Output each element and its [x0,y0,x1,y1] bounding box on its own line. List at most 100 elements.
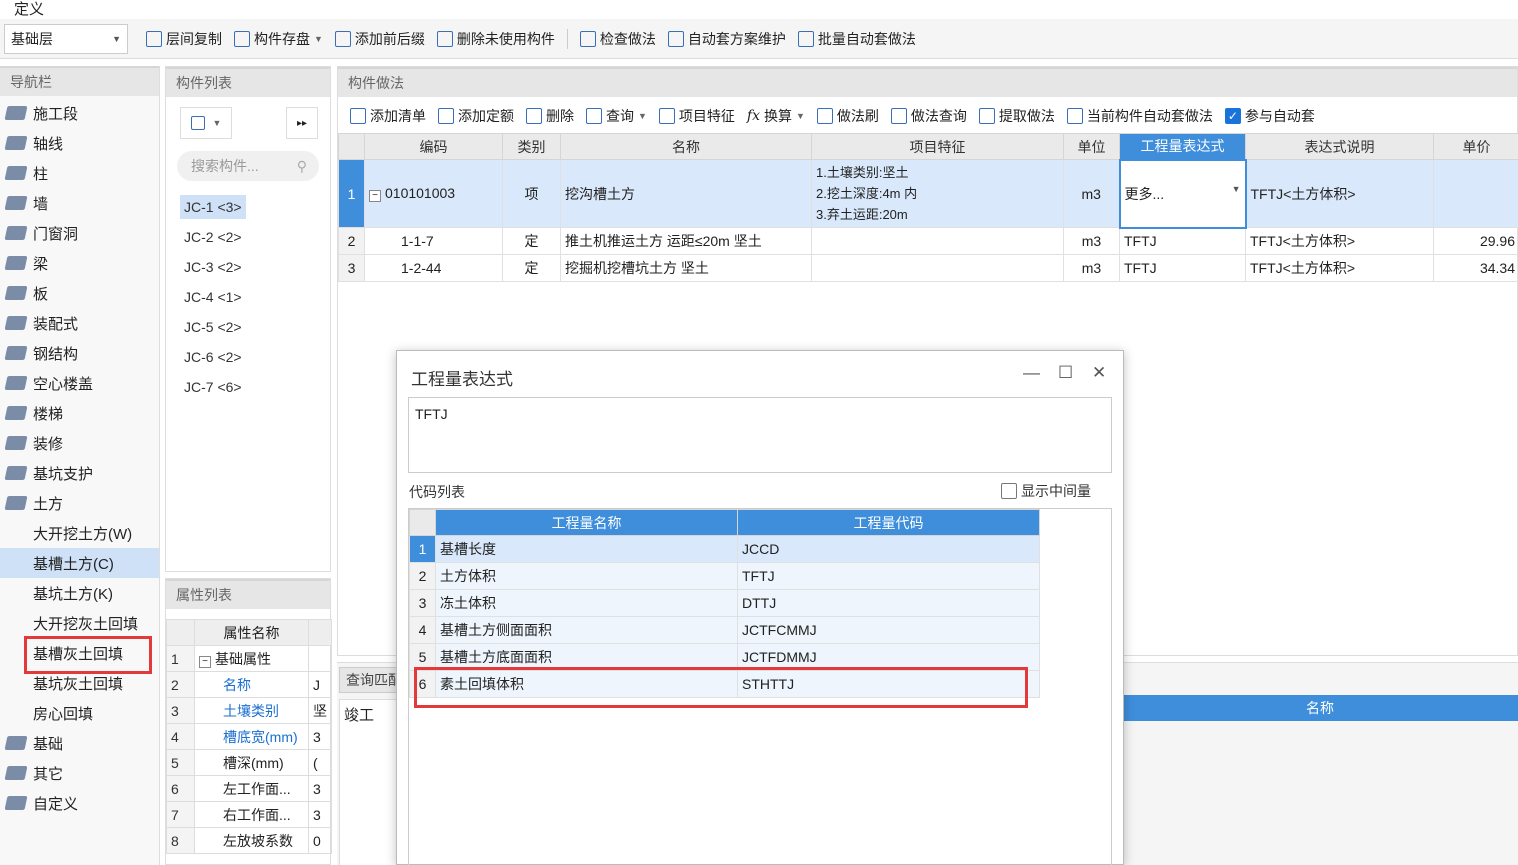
table-row[interactable]: 1− 基础属性 [166,645,332,672]
component-item-5[interactable]: JC-6 <2> [180,345,246,369]
delete-button[interactable]: 删除 [520,101,580,131]
nav-item-8[interactable]: 钢结构 [0,338,159,368]
col-price[interactable]: 单价 [1433,133,1518,160]
col-expression-desc[interactable]: 表达式说明 [1245,133,1434,160]
add-bill-button[interactable]: 添加清单 [344,101,432,131]
nav-sub-0[interactable]: 大开挖土方(W) [0,518,159,548]
table-row[interactable]: 7 右工作面... 3 [166,801,332,828]
new-component-button[interactable]: ▼ [180,107,232,139]
table-row[interactable]: 3 冻土体积 DTTJ [409,589,1040,617]
component-item-1[interactable]: JC-2 <2> [180,225,246,249]
table-row[interactable]: 3 土壤类别坚 [166,697,332,724]
nav-item-12[interactable]: 基坑支护 [0,458,159,488]
nav-item-6[interactable]: 板 [0,278,159,308]
table-row[interactable]: 1 基槽长度 JCCD [409,535,1040,563]
save-component-button[interactable]: 构件存盘 ▼ [228,24,329,54]
col-unit[interactable]: 单位 [1063,133,1120,160]
minimize-icon[interactable]: — [1023,363,1040,383]
auto-scheme-button[interactable]: 自动套方案维护 [662,24,792,54]
component-item-3[interactable]: JC-4 <1> [180,285,246,309]
collapse-icon[interactable]: − [199,655,211,668]
expression-input[interactable]: TFTJ [408,397,1112,473]
add-prefix-suffix-button[interactable]: 添加前后缀 [329,24,431,54]
attr-value[interactable]: 3 [308,775,332,802]
attr-value[interactable]: J [308,671,332,698]
nav-item-0[interactable]: 施工段 [0,98,159,128]
delete-unused-button[interactable]: 删除未使用构件 [431,24,561,54]
table-row[interactable]: 2 1-1-7 定 推土机推运土方 运距≤20m 坚土 m3 TFTJ TFTJ… [338,227,1518,255]
attr-value[interactable]: 坚 [308,697,332,724]
table-row[interactable]: 2 土方体积 TFTJ [409,562,1040,590]
col-type[interactable]: 类别 [502,133,561,160]
extract-icon [978,108,995,124]
col-expression[interactable]: 工程量表达式 [1119,133,1246,160]
col-code[interactable]: 编码 [364,133,503,160]
pit-support-icon [4,466,28,480]
nav-sub-6[interactable]: 房心回填 [0,698,159,728]
query-button[interactable]: 查询 ▼ [580,101,653,131]
expression-dropdown[interactable]: 更多... ▼ [1118,158,1247,229]
close-icon[interactable]: ✕ [1092,363,1106,383]
nav-item-custom[interactable]: 自定义 [0,788,159,818]
row-expression[interactable]: TFTJ [1119,227,1246,255]
floor-copy-button[interactable]: 层间复制 [140,24,228,54]
nav-item-1[interactable]: 轴线 [0,128,159,158]
col-feature[interactable]: 项目特征 [811,133,1064,160]
attr-value[interactable]: 3 [308,801,332,828]
col-name[interactable]: 名称 [560,133,812,160]
lower-left-list[interactable]: 竣工 [339,699,399,865]
join-auto-checkbox[interactable]: ✓ 参与自动套 [1219,101,1321,131]
attr-value[interactable]: ( [308,749,332,776]
table-row[interactable]: 8 左放坡系数 0 [166,827,332,854]
component-search-input[interactable]: 搜索构件... ⚲ [177,151,319,181]
menu-define[interactable]: 定义 [14,0,44,19]
add-quota-button[interactable]: 添加定额 [432,101,520,131]
method-query-button[interactable]: 做法查询 [885,101,973,131]
table-row[interactable]: 3 1-2-44 定 挖掘机挖槽坑土方 坚土 m3 TFTJ TFTJ<土方体积… [338,254,1518,282]
nav-item-10[interactable]: 楼梯 [0,398,159,428]
nav-item-4[interactable]: 门窗洞 [0,218,159,248]
component-item-2[interactable]: JC-3 <2> [180,255,246,279]
convert-button[interactable]: fx 换算 ▼ [741,101,811,131]
nav-item-5[interactable]: 梁 [0,248,159,278]
new-document-icon [190,116,205,130]
component-item-4[interactable]: JC-5 <2> [180,315,246,339]
table-row[interactable]: 4 槽底宽(mm) 3 [166,723,332,750]
nav-sub-2[interactable]: 基坑土方(K) [0,578,159,608]
nav-sub-1[interactable]: 基槽土方(C) [0,548,159,578]
col-quantity-code[interactable]: 工程量代码 [737,509,1040,536]
row-expression[interactable]: TFTJ [1119,254,1246,282]
table-row[interactable]: 4 基槽土方侧面面积 JCTFCMMJ [409,616,1040,644]
table-row[interactable]: 6 左工作面... 3 [166,775,332,802]
table-row[interactable]: 1 −010101003 项 挖沟槽土方 1.土壤类别:坚土 2.挖土深度:4m… [338,158,1518,229]
show-intermediate-checkbox[interactable]: 显示中间量 [1001,481,1091,501]
method-brush-button[interactable]: 做法刷 [811,101,885,131]
component-item-6[interactable]: JC-7 <6> [180,375,246,399]
expand-button[interactable]: ▸▸ [286,107,318,139]
component-item-0[interactable]: JC-1 <3> [180,195,246,219]
batch-auto-button[interactable]: 批量自动套做法 [792,24,922,54]
attr-value[interactable]: 0 [308,827,332,854]
item-feature-button[interactable]: 项目特征 [653,101,741,131]
col-quantity-name[interactable]: 工程量名称 [435,509,738,536]
nav-sub-3[interactable]: 大开挖灰土回填 [0,608,159,638]
nav-item-7[interactable]: 装配式 [0,308,159,338]
quantity-name: 基槽土方侧面面积 [435,616,738,644]
collapse-icon[interactable]: − [369,190,381,202]
nav-item-3[interactable]: 墙 [0,188,159,218]
table-row[interactable]: 5 槽深(mm)( [166,749,332,776]
nav-item-9[interactable]: 空心楼盖 [0,368,159,398]
nav-item-foundation[interactable]: 基础 [0,728,159,758]
highlight-box-dialog [414,667,1028,708]
nav-item-11[interactable]: 装修 [0,428,159,458]
nav-item-13[interactable]: 土方 [0,488,159,518]
maximize-icon[interactable]: ☐ [1058,363,1073,383]
nav-item-2[interactable]: 柱 [0,158,159,188]
current-auto-button[interactable]: 当前构件自动套做法 [1061,101,1219,131]
table-row[interactable]: 2 名称 J [166,671,332,698]
nav-item-other[interactable]: 其它 [0,758,159,788]
attr-value[interactable]: 3 [308,723,332,750]
extract-method-button[interactable]: 提取做法 [973,101,1061,131]
floor-select[interactable]: 基础层 ▼ [4,23,128,54]
check-method-button[interactable]: 检查做法 [574,24,662,54]
